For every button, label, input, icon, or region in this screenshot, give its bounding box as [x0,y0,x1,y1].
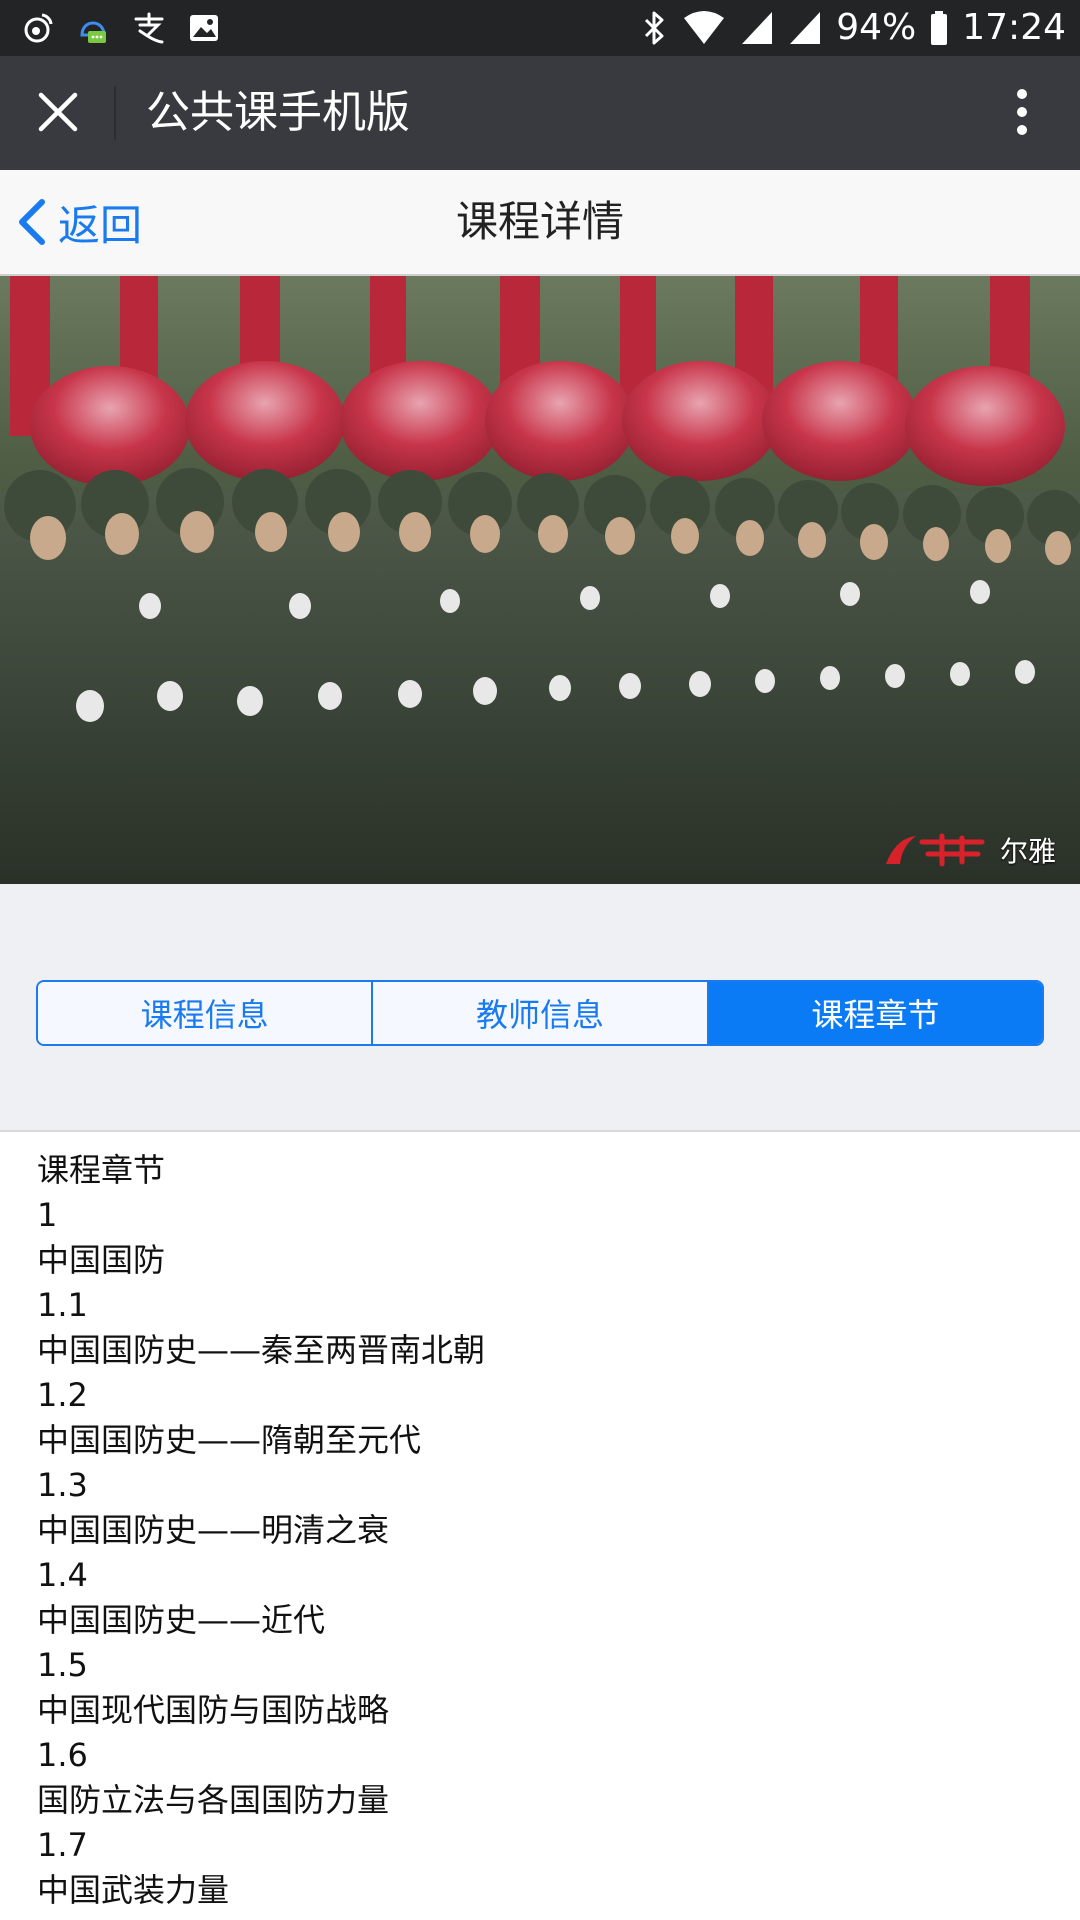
battery-percent: 94% [836,7,917,48]
section-number: 1.7 [37,1826,88,1864]
section-title: 中国国防史——明清之衰 [37,1511,390,1549]
section-number: 1.6 [37,1736,88,1774]
more-vertical-icon [1017,89,1027,135]
tab-course-chapters[interactable]: 课程章节 [706,982,1042,1044]
tab-teacher-info[interactable]: 教师信息 [371,982,707,1044]
tabs-area: 课程信息 教师信息 课程章节 [0,884,1080,1132]
app-bar: 公共课手机版 [0,56,1080,170]
chapter-heading: 课程章节 [37,1151,166,1189]
appbar-divider [114,86,116,140]
chapter-title: 中国国防 [37,1241,166,1279]
section-title: 中国武装力量 [37,1871,230,1909]
section-number: 1.5 [37,1646,88,1684]
clock: 17:24 [962,7,1066,48]
more-button[interactable] [986,76,1058,148]
section-number: 1.2 [37,1376,88,1414]
gallery-icon [188,6,220,50]
watermark-text: 尔雅 [999,835,1056,868]
section-title: 中国国防史——隋朝至元代 [37,1421,422,1459]
page-title: 课程详情 [455,197,624,246]
weibo-icon [20,6,54,50]
close-button[interactable] [22,76,94,148]
alipay-icon [132,6,166,50]
section-title: 中国国防史——近代 [37,1601,326,1639]
nav-bar: 课程详情 返回 [0,170,1080,276]
video-frame [0,276,1080,884]
video-player[interactable]: 尔雅 [0,276,1080,884]
bluetooth-icon [642,6,668,50]
battery-icon [930,6,948,50]
back-button[interactable]: 返回 [16,170,142,274]
section-title: 中国国防史——秦至两晋南北朝 [37,1331,486,1369]
segmented-control: 课程信息 教师信息 课程章节 [36,980,1044,1046]
section-number: 1.3 [37,1466,88,1504]
chapter-content: 课程章节 1 中国国防 1.1 中国国防史——秦至两晋南北朝 1.2 中国国防史… [37,1148,1037,1913]
status-left-icons [20,4,220,52]
status-right-icons: 94% 17:24 [642,4,1066,52]
back-label: 返回 [58,200,143,250]
wifi-icon [682,6,726,50]
chapter-number: 1 [37,1196,58,1234]
qq-notify-icon [76,6,110,50]
section-number: 1.4 [37,1556,88,1594]
signal-icon [740,6,774,50]
tab-course-info[interactable]: 课程信息 [38,982,372,1044]
section-title: 中国现代国防与国防战略 [37,1691,390,1729]
chevron-left-icon [19,199,45,245]
signal-icon [788,6,822,50]
status-bar: 94% 17:24 [0,0,1080,56]
section-number: 1.1 [37,1286,88,1324]
video-watermark: 尔雅 [882,830,1056,870]
app-title: 公共课手机版 [146,87,410,138]
close-icon [38,92,78,132]
section-title: 国防立法与各国国防力量 [37,1781,390,1819]
erya-logo-icon [885,833,985,867]
